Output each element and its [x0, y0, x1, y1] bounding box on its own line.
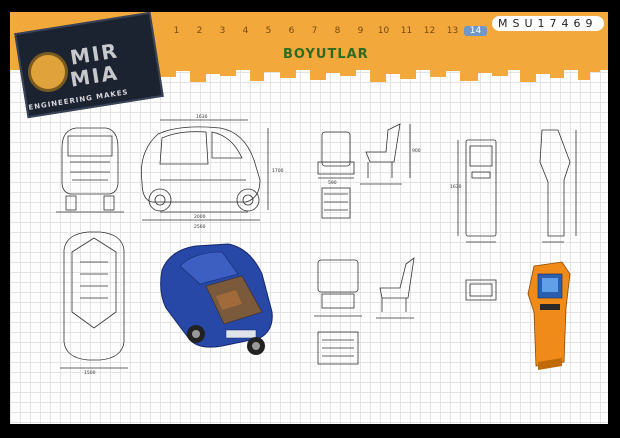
seat-side-view-2 [376, 257, 415, 319]
dim-car-wheelbase: 2000 [194, 214, 206, 220]
technical-drawings: 1630 1700 2000 2560 1500 590 900 1630 [56, 114, 577, 376]
dim-car-length: 2560 [194, 224, 206, 230]
car-front-view [56, 127, 124, 213]
seat-side-view [360, 123, 411, 185]
seat-front-view-2 [314, 259, 362, 365]
car-side-view [140, 119, 269, 221]
car-3d-render [160, 243, 273, 355]
seat-front-view [317, 131, 355, 219]
kiosk-top-view [465, 279, 497, 301]
kiosk-3d-render [527, 261, 571, 370]
page-frame: MIR MIA ENGINEERING MAKES 1 2 3 4 5 6 7 … [0, 0, 620, 438]
dim-seat-height: 900 [412, 148, 421, 154]
dim-car-top: 1630 [196, 114, 208, 120]
kiosk-side-view [539, 129, 577, 243]
dim-car-height: 1700 [272, 168, 284, 174]
dim-kiosk-height: 1630 [450, 184, 462, 190]
dim-seat-width: 590 [328, 180, 337, 186]
car-top-view [60, 231, 128, 369]
drawing-sheet: MIR MIA ENGINEERING MAKES 1 2 3 4 5 6 7 … [10, 12, 608, 424]
kiosk-front-view [457, 139, 497, 243]
dim-car-width: 1500 [84, 370, 96, 376]
